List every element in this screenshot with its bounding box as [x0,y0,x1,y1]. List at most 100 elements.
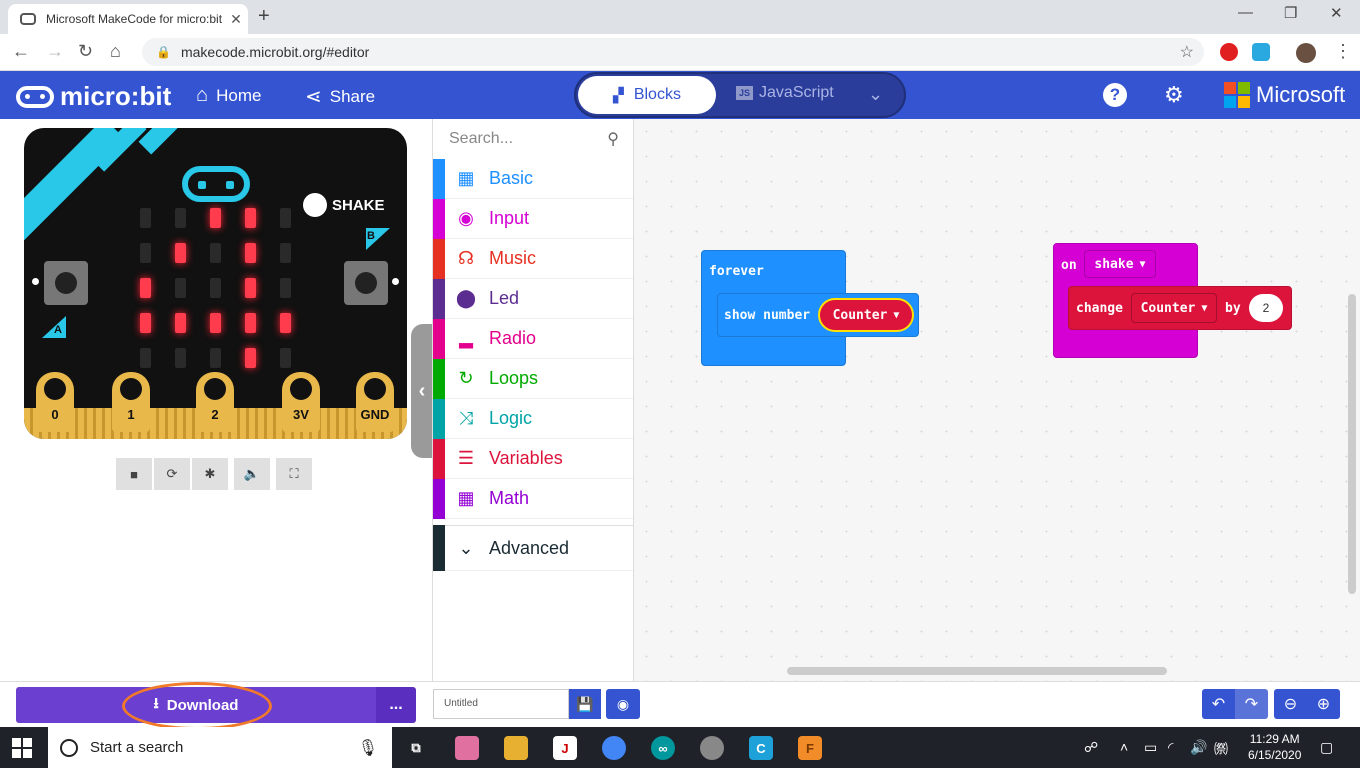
more-download-options-button[interactable]: ... [376,687,416,723]
wifi-icon[interactable]: ◜ [1168,739,1173,756]
close-window-icon[interactable]: ✕ [1330,4,1343,22]
profile-avatar[interactable] [1296,43,1316,63]
battery-icon[interactable]: ▭ [1144,739,1157,756]
vertical-scrollbar[interactable] [1348,294,1356,594]
volume-icon[interactable]: 🔊 [1190,739,1207,756]
category-advanced[interactable]: ⌄ Advanced [433,525,633,571]
chevron-down-icon[interactable]: ⌄ [868,84,883,105]
microphone-icon[interactable]: 🎙 [358,738,378,758]
led-on [245,243,256,263]
tray-chevron-up-icon[interactable]: ˄ [1120,739,1128,755]
lock-icon[interactable]: 🔒 [156,45,171,59]
forward-icon[interactable]: → [46,41,64,62]
bookmark-star-icon[interactable]: ☆ [1180,42,1194,62]
search-icon[interactable]: ⚲ [607,129,619,149]
category-basic[interactable]: ▦ Basic [433,158,633,199]
extension-blue-icon[interactable] [1252,43,1270,61]
task-view-icon[interactable]: ⧉ [404,736,428,760]
chrome-icon[interactable] [602,736,626,760]
notifications-icon[interactable]: ▢ [1320,739,1333,756]
button-b[interactable] [344,261,388,305]
arduino-icon[interactable]: ∞ [651,736,675,760]
home-button[interactable]: ⌂ Home [196,84,261,107]
pin-0[interactable]: 0 [36,372,74,432]
pin-3v[interactable]: 3V [282,372,320,432]
horizontal-scrollbar[interactable] [787,667,1167,675]
restore-icon[interactable]: ❐ [1284,4,1297,22]
github-icon[interactable]: ◉ [606,689,640,719]
collapse-simulator-button[interactable]: ‹ [411,324,433,458]
fullscreen-icon[interactable]: ⛶ [276,458,312,490]
pin-1[interactable]: 1 [112,372,150,432]
url-text: makecode.microbit.org/#editor [180,44,370,60]
microbit-face-icon [182,166,250,202]
fusion-app-icon[interactable]: F [798,736,822,760]
button-a[interactable] [44,261,88,305]
extension-red-icon[interactable] [1220,43,1238,61]
on-shake-block[interactable]: on shake ▼ change Counter ▼ by 2 [1053,243,1292,358]
windows-start-icon[interactable] [12,738,32,758]
counter-variable-dropdown[interactable]: Counter ▼ [818,298,914,332]
category-logic[interactable]: ⤨ Logic [433,398,633,439]
share-icon: ⋖ [305,86,322,108]
blocks-workspace[interactable]: forever show number Counter ▼ on shake ▼… [633,119,1360,681]
zoom-in-icon[interactable]: ⊕ [1307,689,1340,719]
stop-icon[interactable]: ■ [116,458,152,490]
forever-block[interactable]: forever show number Counter ▼ [701,250,919,366]
zoom-out-icon[interactable]: ⊖ [1274,689,1307,719]
undo-icon[interactable]: ↶ [1202,689,1235,719]
category-music[interactable]: ☊ Music [433,238,633,279]
back-icon[interactable]: ← [12,41,30,62]
c-app-icon[interactable]: C [749,736,773,760]
shake-button[interactable]: SHAKE [303,193,385,217]
new-tab-icon[interactable]: + [258,5,270,28]
share-button[interactable]: ⋖ Share [305,84,375,109]
blocks-tab[interactable]: ▞ Blocks [578,76,716,114]
led-off [280,208,291,228]
change-variable-block[interactable]: change Counter ▼ by 2 [1068,286,1292,330]
gear-icon[interactable]: ⚙ [1164,82,1184,108]
mute-icon[interactable]: 🔈 [234,458,270,490]
by-value-input[interactable]: 2 [1249,294,1283,322]
redo-icon[interactable]: ↷ [1235,689,1268,719]
gesture-dropdown[interactable]: shake ▼ [1084,250,1156,278]
save-icon[interactable]: 💾 [569,689,601,719]
paint-app-icon[interactable] [455,736,479,760]
pin-2[interactable]: 2 [196,372,234,432]
restart-icon[interactable]: ⟳ [154,458,190,490]
category-radio[interactable]: ▂ Radio [433,318,633,359]
microsoft-logo[interactable]: Microsoft [1224,82,1345,108]
close-tab-icon[interactable]: ✕ [224,11,248,28]
help-icon[interactable]: ? [1103,83,1127,107]
people-icon[interactable]: ☍ [1084,739,1098,756]
home-icon[interactable]: ⌂ [110,41,121,62]
javascript-tab[interactable]: JS JavaScript [736,84,834,102]
category-input[interactable]: ◉ Input [433,198,633,239]
pin-gnd[interactable]: GND [356,372,394,432]
category-led[interactable]: ⬤ Led [433,278,633,319]
debug-bug-icon[interactable]: ✱ [192,458,228,490]
clock-time: 11:29 AM [1249,732,1300,746]
microbit-logo[interactable]: micro:bit [16,81,171,112]
category-math[interactable]: ▦ Math [433,478,633,519]
ime-icon[interactable]: ㉀ [1214,739,1228,759]
file-explorer-icon[interactable] [504,736,528,760]
minimize-icon[interactable]: — [1238,4,1253,21]
url-field[interactable]: 🔒 makecode.microbit.org/#editor ☆ [142,38,1204,66]
toolbox-search-input[interactable]: Search... ⚲ [433,119,633,159]
microbit-logo-icon [16,85,54,108]
taskbar-search-input[interactable]: Start a search 🎙 [48,727,392,768]
reload-icon[interactable]: ↻ [78,41,93,62]
java-app-icon[interactable]: J [553,736,577,760]
project-name-input[interactable]: Untitled [433,689,569,719]
category-loops[interactable]: ↻ Loops [433,358,633,399]
show-number-block[interactable]: show number Counter ▼ [717,293,919,337]
toolbox: Search... ⚲ ▦ Basic ◉ Input ☊ Music ⬤ Led ▂ Radio… [432,119,633,681]
category-variables[interactable]: ☰ Variables [433,438,633,479]
variable-dropdown[interactable]: Counter ▼ [1131,293,1217,323]
category-color-bar [433,398,445,439]
app-icon[interactable] [700,736,724,760]
system-clock[interactable]: 11:29 AM 6/15/2020 [1248,731,1301,763]
browser-menu-icon[interactable]: ⋮ [1334,41,1352,62]
browser-tab[interactable]: Microsoft MakeCode for micro:bit ✕ [8,4,248,34]
